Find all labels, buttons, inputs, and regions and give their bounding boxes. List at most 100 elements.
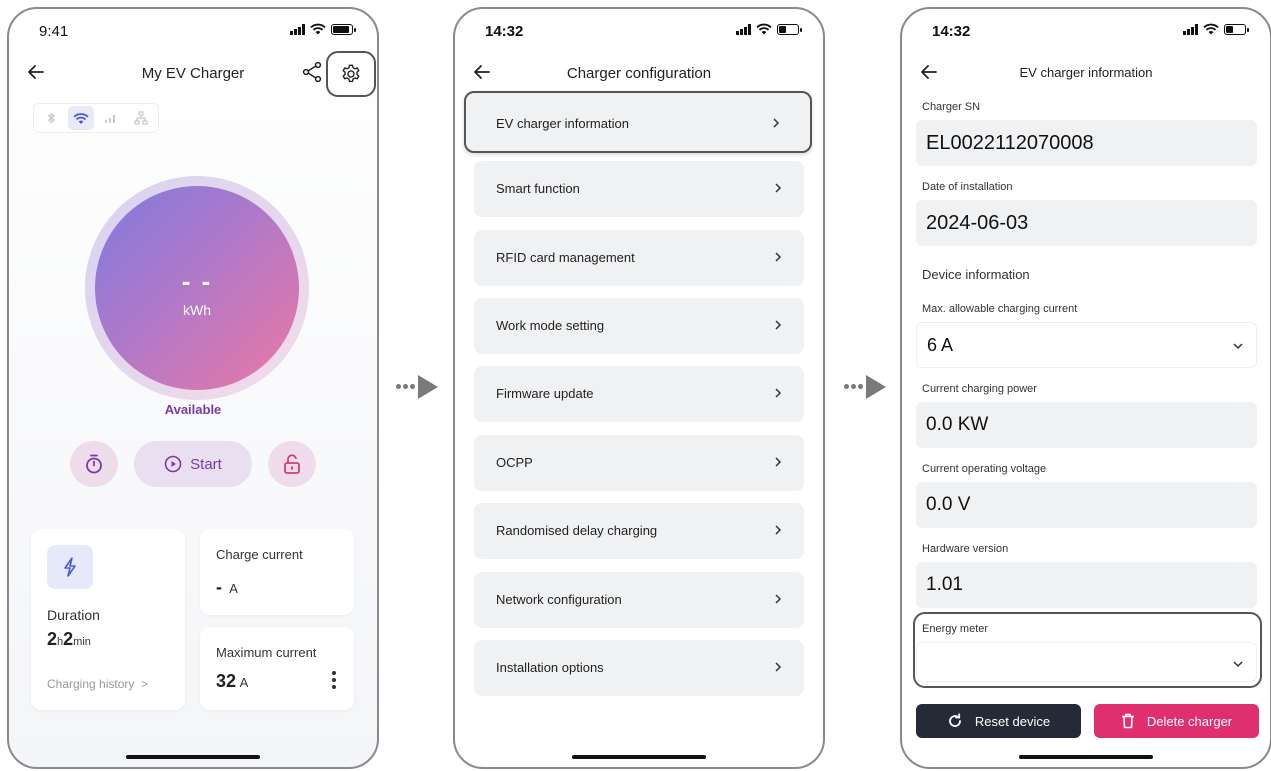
start-button[interactable]: Start: [134, 441, 252, 487]
charger-sn-field: EL0022112070008: [916, 120, 1257, 166]
cellular-signal-icon: [736, 23, 751, 35]
top-nav: Charger configuration: [455, 59, 823, 89]
battery-icon: [777, 23, 802, 35]
status-bar: 9:41: [9, 9, 377, 53]
battery-icon: [331, 23, 356, 35]
voltage-field: 0.0 V: [916, 482, 1257, 528]
chevron-right-icon: >: [141, 677, 149, 691]
page-title: EV charger information: [1019, 65, 1153, 80]
menu-item-label: Network configuration: [496, 592, 622, 607]
chevron-right-icon: [775, 320, 782, 330]
top-nav: EV charger information: [902, 59, 1270, 89]
menu-item-label: Work mode setting: [496, 318, 605, 333]
flow-arrow-2: [844, 372, 892, 402]
max-current-card: Maximum current 32 A: [200, 627, 354, 710]
reset-device-label: Reset device: [974, 713, 1051, 729]
ethernet-icon[interactable]: [128, 106, 154, 130]
cellular-connection-icon[interactable]: [98, 106, 124, 130]
duration-card: Duration 2h2min Charging history >: [31, 529, 185, 710]
phone-my-ev-charger: 9:41 My EV Charger - - kWh Available Sta…: [7, 7, 379, 769]
chevron-right-icon: [775, 183, 782, 193]
unlock-button[interactable]: [268, 441, 316, 487]
chevron-down-icon: [1233, 343, 1243, 350]
reset-device-button[interactable]: Reset device: [916, 704, 1081, 738]
voltage-value: 0.0 V: [926, 494, 971, 515]
max-current-value: 6 A: [927, 335, 954, 355]
power-label: Current charging power: [922, 383, 1037, 395]
charger-status: Available: [164, 402, 222, 417]
menu-item-label: Randomised delay charging: [496, 523, 658, 538]
home-indicator: [572, 755, 706, 759]
install-date-value: 2024-06-03: [926, 212, 1029, 234]
more-options-icon[interactable]: [332, 671, 336, 689]
charge-current-label: Charge current: [216, 547, 303, 562]
voltage-label: Current operating voltage: [922, 463, 1047, 475]
menu-item-label: RFID card management: [496, 250, 635, 265]
settings-highlight: [326, 51, 376, 97]
menu-item-ev-charger-information[interactable]: EV charger information: [464, 91, 812, 153]
charger-sn-value: EL0022112070008: [926, 132, 1094, 154]
chevron-right-icon: [775, 525, 782, 535]
wifi-icon: [1203, 23, 1219, 35]
charge-current-card: Charge current - A: [200, 529, 354, 615]
phone-charger-configuration: 14:32 Charger configuration EV charger i…: [453, 7, 825, 769]
max-current-value: 32 A: [216, 671, 249, 691]
energy-orb: - - kWh: [95, 186, 299, 390]
hardware-version-value: 1.01: [926, 574, 963, 595]
menu-item-ocpp[interactable]: OCPP: [474, 435, 804, 491]
play-icon: [164, 455, 182, 473]
bolt-icon-box: [47, 545, 93, 589]
status-icons: [290, 23, 356, 35]
wifi-connection-icon[interactable]: [68, 106, 94, 130]
max-current-select[interactable]: 6 A: [916, 322, 1257, 368]
duration-value: 2h2min: [47, 629, 91, 649]
cellular-signal-icon: [290, 23, 305, 35]
trash-icon: [1121, 713, 1134, 729]
energy-meter-select[interactable]: [916, 642, 1257, 682]
flow-arrow-1: [396, 372, 444, 402]
menu-item-network-configuration[interactable]: Network configuration: [474, 572, 804, 628]
wifi-icon: [310, 23, 326, 35]
battery-icon: [1224, 23, 1249, 35]
menu-item-rfid-card-management[interactable]: RFID card management: [474, 230, 804, 286]
menu-item-installation-options[interactable]: Installation options: [474, 640, 804, 696]
chevron-right-icon: [775, 662, 782, 672]
timer-button[interactable]: [70, 441, 118, 487]
menu-item-randomised-delay-charging[interactable]: Randomised delay charging: [474, 503, 804, 559]
lightning-bolt-icon: [64, 557, 76, 577]
energy-meter-label: Energy meter: [922, 623, 989, 635]
gear-icon[interactable]: [340, 63, 362, 85]
energy-value: - -: [181, 266, 213, 296]
chevron-right-icon: [775, 457, 782, 467]
connection-type-selector: [33, 103, 159, 133]
bluetooth-icon[interactable]: [38, 106, 64, 130]
phone-ev-charger-information: 14:32 EV charger information Charger SN …: [900, 7, 1271, 769]
share-icon[interactable]: [301, 61, 323, 83]
status-time: 9:41: [39, 23, 69, 40]
charging-history-link[interactable]: Charging history >: [47, 677, 148, 691]
power-field: 0.0 KW: [916, 402, 1257, 448]
menu-item-work-mode-setting[interactable]: Work mode setting: [474, 298, 804, 354]
menu-item-label: Firmware update: [496, 386, 594, 401]
charger-sn-label: Charger SN: [922, 101, 981, 113]
menu-item-label: EV charger information: [496, 116, 629, 131]
duration-label: Duration: [47, 607, 100, 623]
unlock-icon: [284, 454, 300, 474]
stopwatch-icon: [86, 454, 102, 474]
hardware-version-field: 1.01: [916, 562, 1257, 608]
chevron-right-icon: [775, 252, 782, 262]
max-current-label: Maximum current: [216, 645, 317, 660]
charge-current-value: - A: [216, 577, 238, 597]
delete-charger-button[interactable]: Delete charger: [1094, 704, 1259, 738]
status-time: 14:32: [932, 23, 971, 40]
install-date-field: 2024-06-03: [916, 200, 1257, 246]
status-bar: 14:32: [902, 9, 1270, 53]
device-information-heading: Device information: [922, 267, 1030, 282]
status-icons: [1183, 23, 1249, 35]
refresh-icon: [949, 713, 961, 727]
status-time: 14:32: [485, 23, 524, 40]
home-indicator: [126, 755, 260, 759]
menu-item-firmware-update[interactable]: Firmware update: [474, 366, 804, 422]
hardware-version-label: Hardware version: [922, 543, 1009, 555]
menu-item-smart-function[interactable]: Smart function: [474, 161, 804, 217]
